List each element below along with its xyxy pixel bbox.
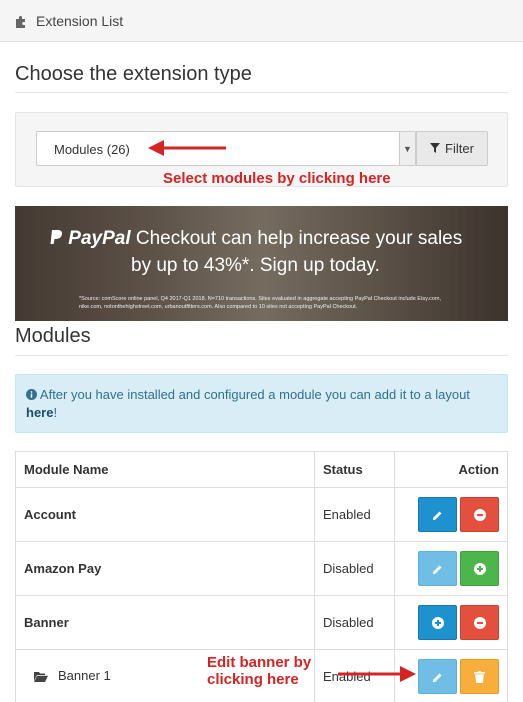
- annotation-arrow-left-icon: [148, 140, 226, 156]
- module-name: Account: [15, 487, 315, 542]
- module-name: Amazon Pay: [15, 541, 315, 596]
- module-status: Enabled: [314, 487, 395, 542]
- annotation-arrow-right-icon: [338, 666, 416, 682]
- table-row: Account Enabled: [15, 487, 508, 542]
- minus-circle-icon: [473, 616, 486, 629]
- divider: [15, 92, 508, 93]
- select-annotation: Select modules by clicking here: [163, 170, 391, 187]
- divider: [15, 355, 508, 356]
- delete-button[interactable]: [460, 659, 499, 694]
- panel-header: Extension List: [0, 0, 523, 42]
- pencil-icon: [432, 511, 441, 520]
- pencil-icon: [432, 565, 441, 574]
- alert-text: After you have installed and configured …: [39, 387, 470, 402]
- plus-circle-icon: [431, 616, 444, 629]
- table-row: Amazon Pay Disabled: [15, 541, 508, 596]
- info-circle-icon: [26, 387, 40, 402]
- puzzle-icon: [14, 14, 28, 28]
- edit-button-disabled[interactable]: [418, 551, 457, 586]
- paypal-banner[interactable]: PayPal Checkout can help increase your s…: [15, 206, 508, 321]
- folder-open-icon: [34, 670, 48, 685]
- alert-link[interactable]: here: [26, 405, 53, 420]
- paypal-logo-icon: [49, 228, 68, 249]
- column-header: Status: [314, 451, 395, 488]
- module-status: Disabled: [314, 541, 395, 596]
- banner-headline: PayPal Checkout can help increase your s…: [49, 228, 462, 250]
- filter-icon: [430, 141, 441, 156]
- extension-type-value: Modules (26): [54, 142, 130, 157]
- edit-banner-button[interactable]: [418, 659, 457, 694]
- edit-button[interactable]: [418, 497, 457, 532]
- pencil-icon: [432, 673, 441, 682]
- column-header: Action: [394, 451, 508, 488]
- info-alert: After you have installed and configured …: [15, 374, 508, 433]
- column-header[interactable]: Module Name: [15, 451, 315, 488]
- page-title: Extension List: [36, 12, 124, 29]
- filter-label: Filter: [445, 141, 474, 156]
- plus-circle-icon: [473, 562, 486, 575]
- minus-circle-icon: [473, 508, 486, 521]
- install-button[interactable]: [460, 551, 499, 586]
- add-button[interactable]: [418, 605, 457, 640]
- uninstall-button[interactable]: [460, 497, 499, 532]
- edit-annotation: Edit banner by clicking here: [207, 654, 312, 688]
- trash-icon: [474, 670, 485, 683]
- module-name: Banner: [15, 595, 315, 650]
- modules-heading: Modules: [15, 325, 91, 347]
- banner-fineprint: *Source: comScore online panel, Q4 2017-…: [79, 296, 442, 310]
- choose-type-heading: Choose the extension type: [15, 63, 252, 85]
- banner-subheadline: by up to 43%*. Sign up today.: [131, 255, 380, 276]
- uninstall-button[interactable]: [460, 605, 499, 640]
- table-row: Banner Disabled: [15, 595, 508, 650]
- table-header-row: Module Name Status Action: [15, 451, 508, 488]
- chevron-down-icon[interactable]: ▼: [399, 132, 415, 165]
- module-status: Disabled: [314, 595, 395, 650]
- filter-button[interactable]: Filter: [416, 131, 488, 166]
